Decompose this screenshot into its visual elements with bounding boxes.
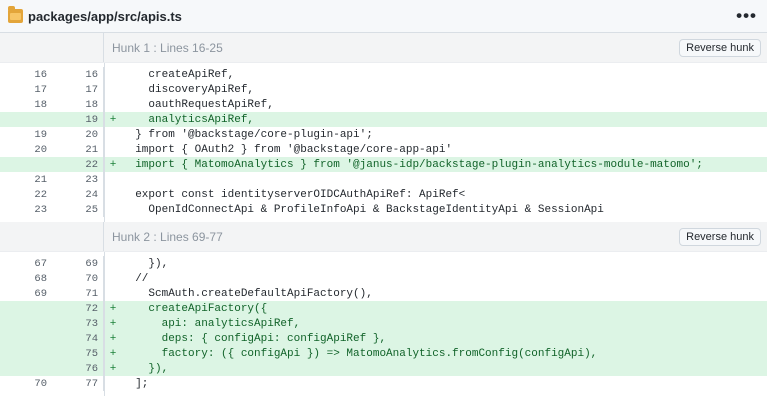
hunk-gutter [0, 222, 104, 251]
diff-line-added[interactable]: 19 + analyticsApiRef, [0, 112, 767, 127]
diff-line-added[interactable]: 75 + factory: ({ configApi }) => MatomoAn… [0, 346, 767, 361]
code-text: analyticsApiRef, [122, 113, 255, 126]
old-line-number: 17 [34, 83, 47, 96]
new-line-number: 75 [52, 346, 104, 361]
diff-line-context[interactable]: 70 77 ]; [0, 376, 767, 391]
diff-line-context[interactable]: 20 21 import { OAuth2 } from '@backstage/… [0, 142, 767, 157]
diff-line-context[interactable]: 67 69 }), [0, 256, 767, 271]
new-line-number: 18 [52, 97, 104, 112]
new-line-number: 72 [52, 301, 104, 316]
diff-line-added[interactable]: 73 + api: analyticsApiRef, [0, 316, 767, 331]
old-line-number: 23 [34, 203, 47, 216]
new-line-number: 19 [52, 112, 104, 127]
hunk-label: Hunk 2 : Lines 69-77 [112, 229, 223, 244]
old-line-number: 21 [34, 173, 47, 186]
code-text: createApiFactory({ [122, 302, 268, 315]
code-text: OpenIdConnectApi & ProfileInfoApi & Back… [122, 203, 604, 216]
code-text: }), [122, 362, 169, 375]
diff-marker: + [109, 113, 117, 126]
diff-line-context[interactable]: 68 70 // [0, 271, 767, 286]
diff-marker: + [109, 332, 117, 345]
old-line-number: 70 [34, 377, 47, 390]
diff-line-context[interactable]: 17 17 discoveryApiRef, [0, 82, 767, 97]
folder-icon [8, 6, 23, 23]
file-header: packages/app/src/apis.ts ••• [0, 0, 767, 33]
diff-line-context[interactable]: 21 23 [0, 172, 767, 187]
old-line-number: 22 [34, 188, 47, 201]
new-line-number: 17 [52, 82, 104, 97]
hunk-label: Hunk 1 : Lines 16-25 [112, 40, 223, 55]
gutter-divider [104, 252, 105, 396]
old-line-number: 67 [34, 257, 47, 270]
new-line-number: 73 [52, 316, 104, 331]
more-horizontal-icon[interactable]: ••• [736, 6, 759, 26]
old-line-number: 68 [34, 272, 47, 285]
code-text: api: analyticsApiRef, [122, 317, 301, 330]
code-text: export const identityserverOIDCAuthApiRe… [122, 188, 466, 201]
code-text: ScmAuth.createDefaultApiFactory(), [122, 287, 373, 300]
code-text: ]; [122, 377, 149, 390]
new-line-number: 77 [52, 376, 104, 391]
new-line-number: 23 [52, 172, 104, 187]
diff-line-context[interactable]: 19 20 } from '@backstage/core-plugin-api'… [0, 127, 767, 142]
diff-line-added[interactable]: 72 + createApiFactory({ [0, 301, 767, 316]
diff-line-context[interactable]: 22 24 export const identityserverOIDCAuth… [0, 187, 767, 202]
gutter-divider [104, 63, 105, 222]
code-text: }), [122, 257, 169, 270]
diff-marker: + [109, 302, 117, 315]
diff-view: Hunk 1 : Lines 16-25 Reverse hunk 16 16 cre… [0, 33, 767, 396]
diff-line-added[interactable]: 76 + }), [0, 361, 767, 376]
diff-line-added[interactable]: 74 + deps: { configApi: configApiRef }, [0, 331, 767, 346]
new-line-number: 71 [52, 286, 104, 301]
diff-marker: + [109, 362, 117, 375]
new-line-number: 69 [52, 256, 104, 271]
new-line-number: 76 [52, 361, 104, 376]
new-line-number: 16 [52, 67, 104, 82]
code-text: // [122, 272, 149, 285]
hunk-lines: 16 16 createApiRef, 17 17 discoveryApiRef, 1… [0, 63, 767, 222]
code-text: deps: { configApi: configApiRef }, [122, 332, 387, 345]
old-line-number: 69 [34, 287, 47, 300]
new-line-number: 20 [52, 127, 104, 142]
diff-line-context[interactable]: 18 18 oauthRequestApiRef, [0, 97, 767, 112]
diff-line-context[interactable]: 16 16 createApiRef, [0, 67, 767, 82]
new-line-number: 25 [52, 202, 104, 217]
diff-marker: + [109, 158, 117, 171]
diff-line-added[interactable]: 22 + import { MatomoAnalytics } from '@ja… [0, 157, 767, 172]
code-text: import { OAuth2 } from '@backstage/core-… [122, 143, 453, 156]
diff-marker: + [109, 317, 117, 330]
diff-marker: + [109, 347, 117, 360]
old-line-number: 18 [34, 98, 47, 111]
old-line-number: 20 [34, 143, 47, 156]
code-text: } from '@backstage/core-plugin-api'; [122, 128, 373, 141]
hunk-header: Hunk 1 : Lines 16-25 Reverse hunk [0, 33, 767, 63]
code-text: factory: ({ configApi }) => MatomoAnalyt… [122, 347, 598, 360]
new-line-number: 21 [52, 142, 104, 157]
diff-line-context[interactable]: 69 71 ScmAuth.createDefaultApiFactory(), [0, 286, 767, 301]
new-line-number: 24 [52, 187, 104, 202]
code-text: import { MatomoAnalytics } from '@janus-… [122, 158, 703, 171]
new-line-number: 70 [52, 271, 104, 286]
reverse-hunk-button[interactable]: Reverse hunk [679, 227, 761, 246]
file-path: packages/app/src/apis.ts [28, 8, 182, 24]
code-text: discoveryApiRef, [122, 83, 255, 96]
code-text: createApiRef, [122, 68, 235, 81]
diff-line-context[interactable]: 23 25 OpenIdConnectApi & ProfileInfoApi &… [0, 202, 767, 217]
old-line-number: 19 [34, 128, 47, 141]
new-line-number: 22 [52, 157, 104, 172]
hunk-lines: 67 69 }), 68 70 // 69 71 ScmAuth.createDefaul… [0, 252, 767, 396]
reverse-hunk-button[interactable]: Reverse hunk [679, 38, 761, 57]
new-line-number: 74 [52, 331, 104, 346]
code-text: oauthRequestApiRef, [122, 98, 274, 111]
hunk-header: Hunk 2 : Lines 69-77 Reverse hunk [0, 222, 767, 252]
hunk-gutter [0, 33, 104, 62]
old-line-number: 16 [34, 68, 47, 81]
